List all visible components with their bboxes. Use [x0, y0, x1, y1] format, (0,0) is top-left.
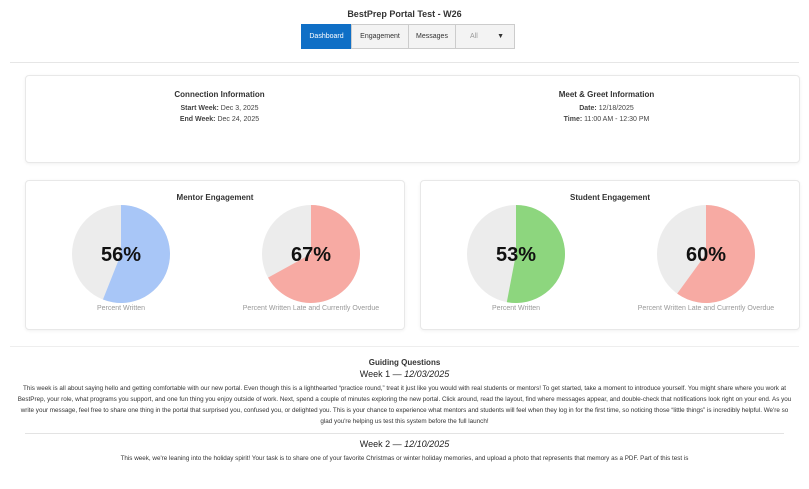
- guiding-questions: Guiding Questions Week 1 — 12/03/2025 Th…: [10, 346, 799, 489]
- pie-caption: Percent Written: [96, 305, 146, 312]
- tab-engagement[interactable]: Engagement: [351, 24, 409, 49]
- pie-caption: Percent Written Late and Currently Overd…: [242, 305, 380, 312]
- pie-svg: 56%: [72, 205, 170, 303]
- connection-title: Connection Information: [174, 90, 265, 99]
- mentor-engagement-title: Mentor Engagement: [176, 193, 254, 202]
- week1-label: Week 1 —: [359, 369, 405, 379]
- meet-greet-info: Meet & Greet Information Date: 12/18/202…: [413, 76, 800, 123]
- week2-heading: Week 2 — 12/10/2025: [10, 439, 799, 449]
- header-divider: [10, 62, 799, 63]
- caret-down-icon: ▼: [497, 33, 504, 40]
- filter-select-value: All: [470, 33, 478, 40]
- start-week-line: Start Week: Dec 3, 2025: [26, 105, 413, 112]
- time-label: Time:: [563, 116, 583, 123]
- mentor-engagement-card: Mentor Engagement 56% Percent Written 67…: [25, 180, 405, 330]
- pie-svg: 53%: [467, 205, 565, 303]
- pie-percent-label: 60%: [686, 244, 726, 266]
- time-line: Time: 11:00 AM - 12:30 PM: [413, 116, 800, 123]
- connection-info: Connection Information Start Week: Dec 3…: [26, 76, 413, 123]
- week-divider: [25, 433, 784, 434]
- top-bar: BestPrep Portal Test - W26 Dashboard Eng…: [0, 0, 809, 62]
- week2-date: 12/10/2025: [404, 439, 450, 449]
- end-week-value: Dec 24, 2025: [217, 116, 260, 123]
- pie-percent-label: 67%: [291, 244, 331, 266]
- mentor-written-pie: 56% Percent Written: [26, 205, 216, 325]
- pie-caption: Percent Written: [491, 305, 541, 312]
- week1-heading: Week 1 — 12/03/2025: [10, 369, 799, 379]
- mentor-late-pie: 67% Percent Written Late and Currently O…: [216, 205, 406, 325]
- tab-messages[interactable]: Messages: [408, 24, 456, 49]
- pie-svg: 67%: [262, 205, 360, 303]
- start-week-label: Start Week:: [180, 105, 219, 112]
- student-engagement-card: Student Engagement 53% Percent Written 6…: [420, 180, 800, 330]
- meet-greet-title: Meet & Greet Information: [558, 90, 655, 99]
- end-week-line: End Week: Dec 24, 2025: [26, 116, 413, 123]
- start-week-value: Dec 3, 2025: [220, 105, 259, 112]
- pie-percent-label: 56%: [101, 244, 141, 266]
- week1-date: 12/03/2025: [404, 369, 450, 379]
- time-value: 11:00 AM - 12:30 PM: [584, 116, 650, 123]
- app-title: BestPrep Portal Test - W26: [347, 9, 462, 19]
- connection-card: Connection Information Start Week: Dec 3…: [25, 75, 800, 163]
- end-week-label: End Week:: [179, 116, 216, 123]
- nav-tabs: Dashboard Engagement Messages All ▼: [301, 24, 515, 49]
- date-label: Date:: [579, 105, 597, 112]
- tab-dashboard[interactable]: Dashboard: [301, 24, 352, 49]
- student-late-pie: 60% Percent Written Late and Currently O…: [611, 205, 801, 325]
- pie-percent-label: 53%: [496, 244, 536, 266]
- pie-svg: 60%: [657, 205, 755, 303]
- guiding-title: Guiding Questions: [368, 358, 441, 367]
- student-engagement-title: Student Engagement: [569, 193, 650, 202]
- week2-label: Week 2 —: [359, 439, 405, 449]
- date-line: Date: 12/18/2025: [413, 105, 800, 112]
- pie-caption: Percent Written Late and Currently Overd…: [637, 305, 775, 312]
- week2-body: This week, we're leaning into the holida…: [120, 455, 689, 462]
- filter-select[interactable]: All ▼: [455, 24, 515, 49]
- student-written-pie: 53% Percent Written: [421, 205, 611, 325]
- week1-body: This week is all about saying hello and …: [17, 385, 792, 425]
- date-value: 12/18/2025: [598, 105, 634, 112]
